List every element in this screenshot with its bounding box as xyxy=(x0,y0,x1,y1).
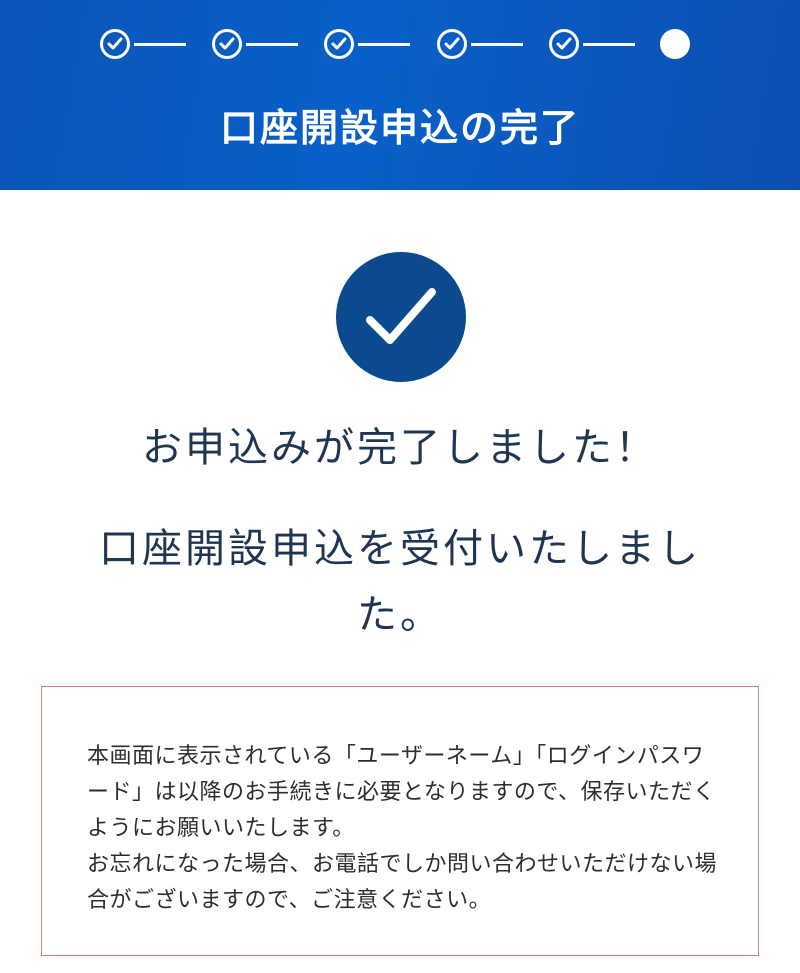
header-banner: 口座開設申込の完了 xyxy=(0,0,800,190)
step-connector xyxy=(358,43,410,46)
step-1-check-icon xyxy=(100,29,130,59)
step-connector xyxy=(246,43,298,46)
completion-title: お申込みが完了しました！ xyxy=(142,425,658,471)
notice-text: 本画面に表示されている「ユーザーネーム」「ログインパスワード」は以降のお手続きに… xyxy=(87,744,718,913)
step-connector xyxy=(134,43,186,46)
progress-stepper xyxy=(0,26,800,62)
step-5-check-icon xyxy=(549,29,579,59)
step-2-check-icon xyxy=(212,29,242,59)
notice-box: 本画面に表示されている「ユーザーネーム」「ログインパスワード」は以降のお手続きに… xyxy=(41,686,759,956)
step-connector xyxy=(471,43,523,46)
step-6-current-dot-icon xyxy=(660,29,690,59)
checkmark-circle-icon xyxy=(336,252,466,382)
completion-message: 口座開設申込を受付いたしました。 xyxy=(99,526,701,638)
completion-page: 口座開設申込の完了 お申込みが完了しました！ 口座開設申込を受付いたしました。 … xyxy=(0,0,800,973)
step-connector xyxy=(583,43,635,46)
page-title: 口座開設申込の完了 xyxy=(219,106,580,150)
step-3-check-icon xyxy=(324,29,354,59)
step-4-check-icon xyxy=(437,29,467,59)
